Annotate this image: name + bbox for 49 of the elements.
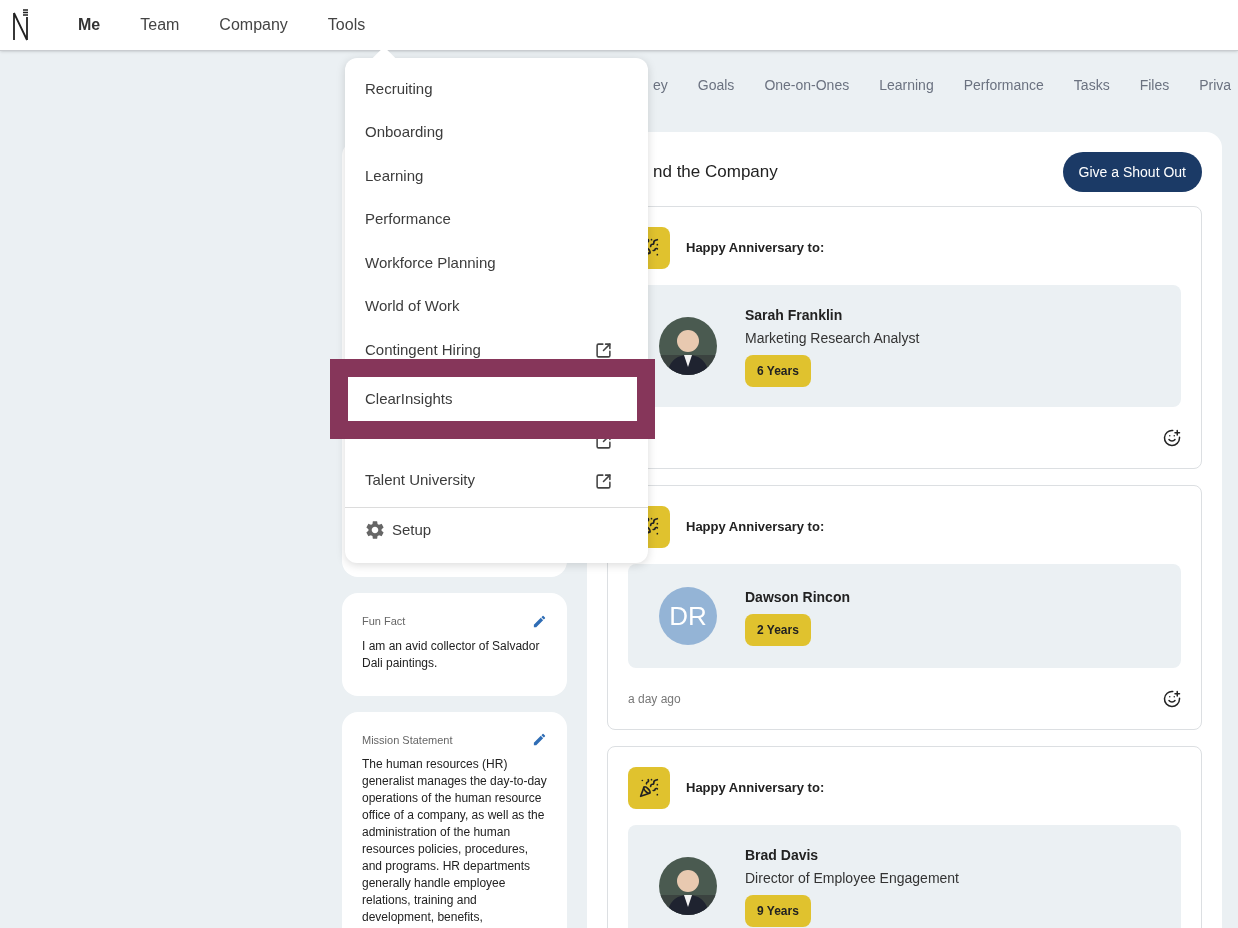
- edit-icon[interactable]: [532, 613, 547, 629]
- menu-item[interactable]: World of Work: [345, 285, 648, 329]
- profile-tab[interactable]: ey: [653, 75, 668, 96]
- give-shout-out-button[interactable]: Give a Shout Out: [1062, 152, 1202, 192]
- card-text: I am an avid collector of Salvador Dali paintings.: [362, 637, 541, 672]
- party-popper-icon: [628, 767, 670, 809]
- add-reaction-icon[interactable]: [1163, 689, 1181, 708]
- avatar: DR: [659, 587, 717, 645]
- feed-title: nd the Company: [653, 161, 778, 184]
- person-name: Sarah Franklin: [745, 306, 843, 325]
- menu-item[interactable]: Onboarding: [345, 111, 648, 155]
- profile-tab[interactable]: Tasks: [1073, 75, 1110, 96]
- profile-tab[interactable]: Goals: [697, 75, 735, 96]
- menu-item[interactable]: Workforce Planning: [345, 242, 648, 286]
- menu-item[interactable]: Recruiting: [345, 68, 648, 112]
- nav-tab[interactable]: Company: [219, 13, 288, 37]
- logo-icon[interactable]: [12, 9, 30, 41]
- card-text: The human resources (HR) generalist manages the day-to-day operations of the human resource office of a company, as well as the administration of the human resources policies, procedures, and programs. HR departments generally handle employee relations, training and development, benefits,: [362, 756, 547, 926]
- menu-item[interactable]: Performance: [345, 198, 648, 242]
- years-badge: 9 Years: [745, 895, 811, 927]
- profile-tab[interactable]: Performance: [963, 75, 1044, 96]
- nav-tab[interactable]: Me: [78, 13, 101, 37]
- post-heading: Happy Anniversary to:: [686, 518, 825, 537]
- menu-item[interactable]: Talent University: [345, 459, 648, 503]
- external-link-icon: [595, 472, 612, 490]
- card-label: Fun Fact: [362, 614, 406, 629]
- setup-menu-item[interactable]: Setup: [345, 508, 648, 552]
- person-title: Marketing Research Analyst: [745, 329, 920, 348]
- profile-tab[interactable]: Files: [1139, 75, 1170, 96]
- post-heading: Happy Anniversary to:: [686, 779, 825, 798]
- years-badge: 6 Years: [745, 355, 811, 387]
- timestamp: a day ago: [628, 690, 681, 708]
- profile-tab[interactable]: Learning: [879, 75, 934, 96]
- person-name: Dawson Rincon: [745, 587, 850, 607]
- post-heading: Happy Anniversary to:: [686, 239, 825, 258]
- edit-icon[interactable]: [532, 732, 547, 748]
- person-name: Brad Davis: [745, 846, 819, 865]
- settings-icon: [364, 519, 386, 541]
- person-title: Director of Employee Engagement: [745, 869, 959, 888]
- profile-tab[interactable]: Priva: [1199, 75, 1232, 96]
- external-link-icon: [595, 342, 612, 360]
- profile-tab[interactable]: One-on-Ones: [764, 75, 850, 96]
- years-badge: 2 Years: [745, 613, 811, 646]
- add-reaction-icon[interactable]: [1163, 428, 1181, 447]
- card-label: Mission Statement: [362, 732, 453, 748]
- menu-item[interactable]: Contingent Hiring: [345, 329, 648, 373]
- menu-item[interactable]: Learning: [345, 155, 648, 199]
- nav-tab[interactable]: Tools: [327, 13, 366, 37]
- nav-tab[interactable]: Team: [140, 13, 180, 37]
